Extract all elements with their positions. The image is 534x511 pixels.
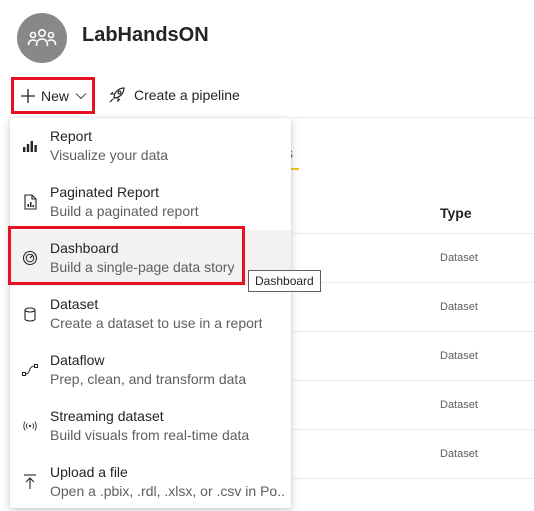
- menu-item-title: Paginated Report: [50, 184, 159, 200]
- table-row-type: Dataset: [440, 350, 478, 362]
- menu-item-description: Create a dataset to use in a report: [50, 315, 263, 331]
- paginated-report-icon: [22, 194, 38, 210]
- new-button-label: New: [41, 87, 70, 104]
- people-group-icon: [27, 28, 57, 47]
- menu-item-report[interactable]: Report Visualize your data: [10, 118, 291, 174]
- menu-item-description: Build a single-page data story: [50, 259, 235, 275]
- menu-item-title: Upload a file: [50, 464, 128, 480]
- workspace-avatar: [17, 13, 67, 63]
- menu-item-description: Build a paginated report: [50, 203, 199, 219]
- menu-item-description: Prep, clean, and transform data: [50, 371, 247, 387]
- new-button[interactable]: New: [11, 77, 95, 114]
- menu-item-title: Report: [50, 128, 93, 144]
- row-divider: [292, 331, 534, 332]
- plus-icon: [21, 88, 35, 103]
- menu-item-paginated-report[interactable]: Paginated Report Build a paginated repor…: [10, 174, 291, 230]
- menu-item-description: Build visuals from real-time data: [50, 427, 250, 443]
- bar-chart-icon: [22, 138, 38, 154]
- chevron-down-icon: [75, 92, 87, 99]
- table-row-type: Dataset: [440, 399, 478, 411]
- menu-item-title: Dataset: [50, 296, 99, 312]
- database-icon: [22, 306, 38, 322]
- row-divider: [292, 282, 534, 283]
- menu-item-title: Streaming dataset: [50, 408, 164, 424]
- table-row-type: Dataset: [440, 301, 478, 313]
- column-header-type[interactable]: Type: [440, 205, 472, 221]
- menu-item-description: Visualize your data: [50, 147, 169, 163]
- new-menu: Report Visualize your data Paginated Rep…: [10, 118, 291, 508]
- row-divider: [292, 233, 534, 234]
- dashboard-tooltip: Dashboard: [248, 270, 321, 292]
- create-pipeline-button[interactable]: Create a pipeline: [108, 86, 240, 104]
- upload-icon: [22, 474, 38, 490]
- streaming-icon: [22, 418, 38, 434]
- row-divider: [292, 429, 534, 430]
- toolbar-divider: [292, 117, 534, 118]
- rocket-icon: [109, 87, 125, 103]
- menu-item-title: Dataflow: [50, 352, 105, 368]
- menu-item-upload-file[interactable]: Upload a file Open a .pbix, .rdl, .xlsx,…: [10, 454, 291, 510]
- menu-item-description: Open a .pbix, .rdl, .xlsx, or .csv in Po…: [50, 483, 286, 499]
- table-row-type: Dataset: [440, 448, 478, 460]
- dataflow-icon: [22, 362, 38, 378]
- menu-item-streaming-dataset[interactable]: Streaming dataset Build visuals from rea…: [10, 398, 291, 454]
- row-divider: [292, 478, 534, 479]
- menu-item-title: Dashboard: [50, 240, 119, 256]
- table-row-type: Dataset: [440, 252, 478, 264]
- row-divider: [292, 380, 534, 381]
- menu-item-dataflow[interactable]: Dataflow Prep, clean, and transform data: [10, 342, 291, 398]
- workspace-title: LabHandsON: [82, 24, 209, 46]
- menu-item-dataset[interactable]: Dataset Create a dataset to use in a rep…: [10, 286, 291, 342]
- gauge-icon: [22, 250, 38, 266]
- create-pipeline-label: Create a pipeline: [134, 87, 240, 103]
